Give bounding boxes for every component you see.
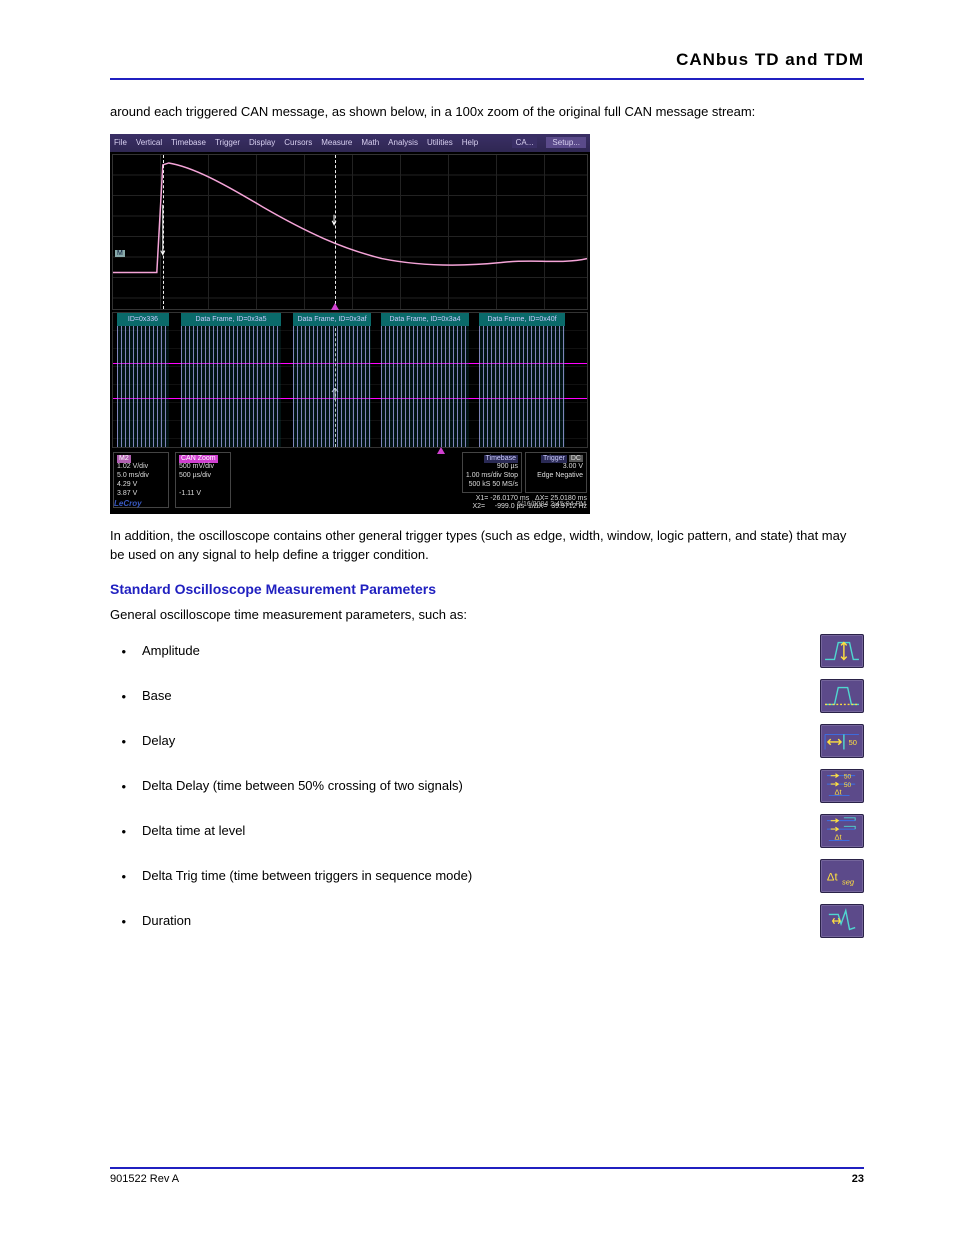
trigger-readout: Trigger DC 3.00 V Edge Negative <box>525 452 587 493</box>
timestamp: 6/16/2004 2:45:04 PM <box>517 501 586 508</box>
scope-lower-grid: ID=0x336 Data Frame, ID=0x3a5 Data Frame, … <box>112 312 588 448</box>
menu-item[interactable]: Vertical <box>136 138 162 147</box>
page-footer: 901522 Rev A 23 <box>110 1167 864 1185</box>
menu-item[interactable]: File <box>114 138 127 147</box>
frame-label: Data Frame, ID=0x40f <box>479 313 565 326</box>
svg-text:50: 50 <box>849 738 857 747</box>
frame-label: Data Frame, ID=0x3af <box>293 313 371 326</box>
measure-icon <box>820 904 864 938</box>
frame-body <box>181 326 281 447</box>
measure-label: Amplitude <box>142 641 804 661</box>
measure-label: Delta time at level <box>142 821 804 841</box>
header-divider <box>110 78 864 80</box>
ca-button[interactable]: CA... <box>512 137 538 148</box>
oscilloscope-screenshot: File Vertical Timebase Trigger Display C… <box>110 134 590 514</box>
scope-upper-grid: M <box>112 154 588 310</box>
frame-body <box>293 326 371 447</box>
svg-text:seg: seg <box>842 877 855 886</box>
measure-label: Delta Delay (time between 50% crossing o… <box>142 776 804 796</box>
measure-icon <box>820 679 864 713</box>
svg-text:Δt: Δt <box>834 832 842 841</box>
frame-body <box>381 326 469 447</box>
analog-trace <box>113 155 587 310</box>
frame-label: Data Frame, ID=0x3a4 <box>381 313 469 326</box>
bullet: • <box>110 914 126 929</box>
page-title: CANbus TD and TDM <box>110 50 864 70</box>
intro-text: around each triggered CAN message, as sh… <box>110 102 864 122</box>
bullet: • <box>110 644 126 659</box>
frame-body <box>117 326 169 447</box>
bullet: • <box>110 869 126 884</box>
measure-icon: 50 50Δt <box>820 769 864 803</box>
measure-row: • Delta time at level Δt <box>110 812 864 850</box>
measure-icon <box>820 634 864 668</box>
svg-text:50: 50 <box>844 773 852 780</box>
measure-row: • Delta Trig time (time between triggers … <box>110 857 864 895</box>
menu-item[interactable]: Help <box>462 138 478 147</box>
frame-body <box>479 326 565 447</box>
measure-row: • Amplitude <box>110 632 864 670</box>
vertical-cursor <box>163 155 164 309</box>
bullet: • <box>110 734 126 749</box>
footer-right-pagenum: 23 <box>852 1173 864 1185</box>
section-heading: Standard Oscilloscope Measurement Parame… <box>110 581 864 597</box>
svg-text:50: 50 <box>844 782 852 789</box>
scope-footer: M2 1.02 V/div 5.0 ms/div 4.29 V 3.87 V C… <box>110 450 590 510</box>
setup-button[interactable]: Setup... <box>546 137 586 148</box>
paragraph-3: General oscilloscope time measurement pa… <box>110 605 864 625</box>
measure-label: Base <box>142 686 804 706</box>
footer-right: Timebase 900 µs 1.00 ms/div Stop 500 kS … <box>462 452 587 508</box>
vertical-cursor <box>335 155 336 309</box>
svg-text:Δt: Δt <box>834 787 842 796</box>
footer-left: 901522 Rev A <box>110 1173 179 1185</box>
bullet: • <box>110 824 126 839</box>
lecroy-logo: LeCroy <box>114 499 142 508</box>
menu-item[interactable]: Analysis <box>388 138 418 147</box>
menu-item[interactable]: Display <box>249 138 275 147</box>
menu-item[interactable]: Utilities <box>427 138 453 147</box>
menu-item[interactable]: Math <box>361 138 379 147</box>
menu-item[interactable]: Trigger <box>215 138 240 147</box>
measure-label: Delta Trig time (time between triggers i… <box>142 866 804 886</box>
svg-text:Δt: Δt <box>827 872 839 884</box>
bullet: • <box>110 779 126 794</box>
menu-item[interactable]: Measure <box>321 138 352 147</box>
measure-row: • Delay 50 <box>110 722 864 760</box>
measure-row: • Duration <box>110 902 864 940</box>
measure-label: Delay <box>142 731 804 751</box>
bullet: • <box>110 689 126 704</box>
timebase-readout: Timebase 900 µs 1.00 ms/div Stop 500 kS … <box>462 452 522 493</box>
scope-menubar: File Vertical Timebase Trigger Display C… <box>110 134 590 152</box>
measure-icon: Δtseg <box>820 859 864 893</box>
trigger-marker-icon <box>331 303 339 310</box>
menu-item[interactable]: Cursors <box>284 138 312 147</box>
frame-label: ID=0x336 <box>117 313 169 326</box>
paragraph-2: In addition, the oscilloscope contains o… <box>110 526 864 565</box>
measure-label: Duration <box>142 911 804 931</box>
frame-label: Data Frame, ID=0x3a5 <box>181 313 281 326</box>
measure-row: • Delta Delay (time between 50% crossing … <box>110 767 864 805</box>
measure-icon: Δt <box>820 814 864 848</box>
menu-item[interactable]: Timebase <box>171 138 206 147</box>
canzoom-readout: CAN Zoom 500 mV/div 500 µs/div -1.11 V <box>175 452 231 508</box>
measure-icon: 50 <box>820 724 864 758</box>
measure-row: • Base <box>110 677 864 715</box>
